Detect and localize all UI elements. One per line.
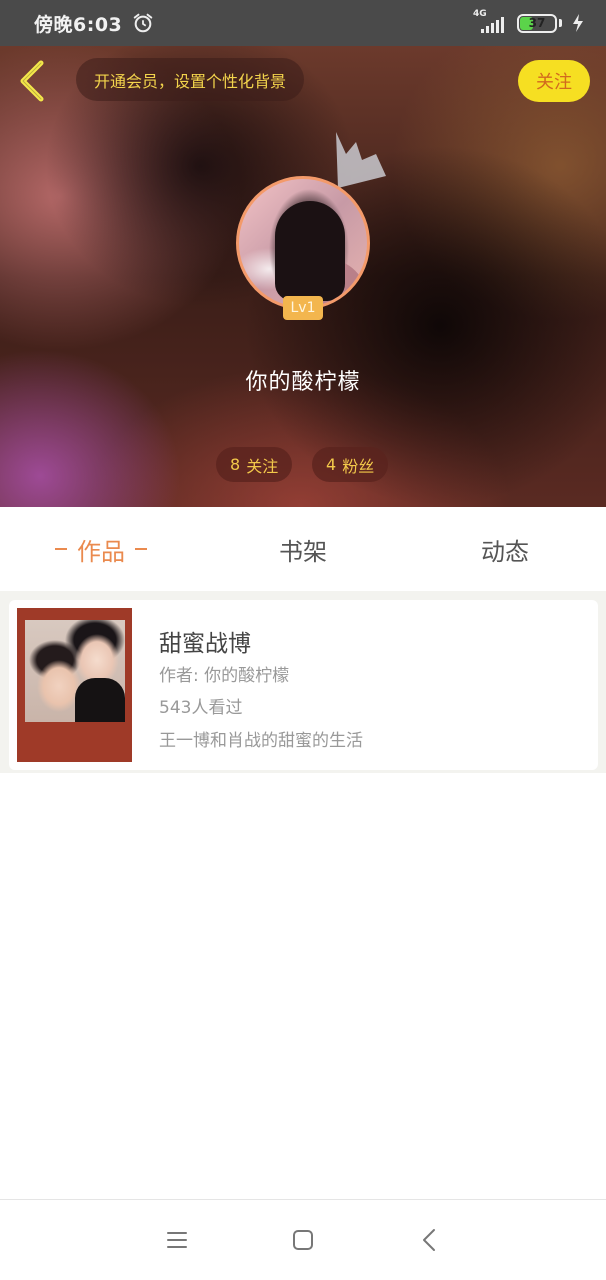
tab-activity-label: 动态: [481, 537, 529, 566]
crown-icon: [336, 132, 386, 188]
tab-bookshelf[interactable]: 书架: [202, 507, 404, 591]
following-count: 8: [230, 455, 241, 474]
profile-tabs: 作品 书架 动态: [0, 507, 606, 591]
follow-button[interactable]: 关注: [518, 60, 590, 102]
back-triangle-icon: [423, 1229, 435, 1251]
fans-label: 粉丝: [342, 456, 375, 476]
status-bar: 傍晚6:03 4G 37: [0, 0, 606, 46]
following-label: 关注: [246, 456, 279, 476]
work-author: 作者: 你的酸柠檬: [159, 666, 290, 686]
vip-banner[interactable]: 开通会员，设置个性化背景: [76, 58, 305, 101]
signal-icon: 4G: [473, 9, 507, 35]
status-time: 傍晚6:03: [34, 13, 123, 36]
following-count-button[interactable]: 8 关注: [216, 447, 293, 482]
work-cover-image: [17, 608, 132, 762]
back-button[interactable]: [12, 58, 52, 104]
alarm-icon: [134, 13, 153, 33]
menu-button[interactable]: [161, 1224, 193, 1256]
system-back-button[interactable]: [413, 1224, 445, 1256]
tab-works[interactable]: 作品: [0, 507, 202, 591]
fans-count: 4: [326, 455, 337, 474]
home-square-icon: [293, 1230, 313, 1250]
battery-icon: 37: [517, 13, 557, 33]
tab-indicator-left: [55, 548, 67, 550]
work-item[interactable]: 甜蜜战博 作者: 你的酸柠檬 543人看过 王一博和肖战的甜蜜的生活: [9, 600, 598, 770]
battery-tip: [559, 19, 562, 27]
work-views: 543人看过: [159, 698, 243, 718]
tab-indicator-right: [135, 548, 147, 550]
work-description: 王一博和肖战的甜蜜的生活: [159, 731, 363, 751]
works-list: 甜蜜战博 作者: 你的酸柠檬 543人看过 王一博和肖战的甜蜜的生活: [0, 591, 606, 773]
profile-page: 傍晚6:03 4G 37 开通会员，设置个性化背景 关注 Lv1 你的酸柠檬 8…: [0, 0, 606, 1280]
profile-header: 开通会员，设置个性化背景 关注 Lv1 你的酸柠檬 8 关注 4 粉丝: [0, 46, 606, 507]
chevron-left-icon: [20, 60, 44, 102]
tab-bookshelf-label: 书架: [279, 537, 327, 566]
battery-percent: 37: [528, 16, 546, 30]
tab-works-label: 作品: [77, 537, 125, 566]
home-button[interactable]: [287, 1224, 319, 1256]
level-badge: Lv1: [283, 296, 323, 320]
system-nav-bar: [0, 1199, 606, 1280]
avatar[interactable]: [236, 176, 370, 310]
work-title: 甜蜜战博: [159, 631, 251, 657]
fans-count-button[interactable]: 4 粉丝: [312, 447, 389, 482]
tab-activity[interactable]: 动态: [404, 507, 606, 591]
charging-bolt-icon: [573, 14, 583, 32]
username: 你的酸柠檬: [245, 370, 361, 395]
menu-icon: [167, 1232, 187, 1248]
